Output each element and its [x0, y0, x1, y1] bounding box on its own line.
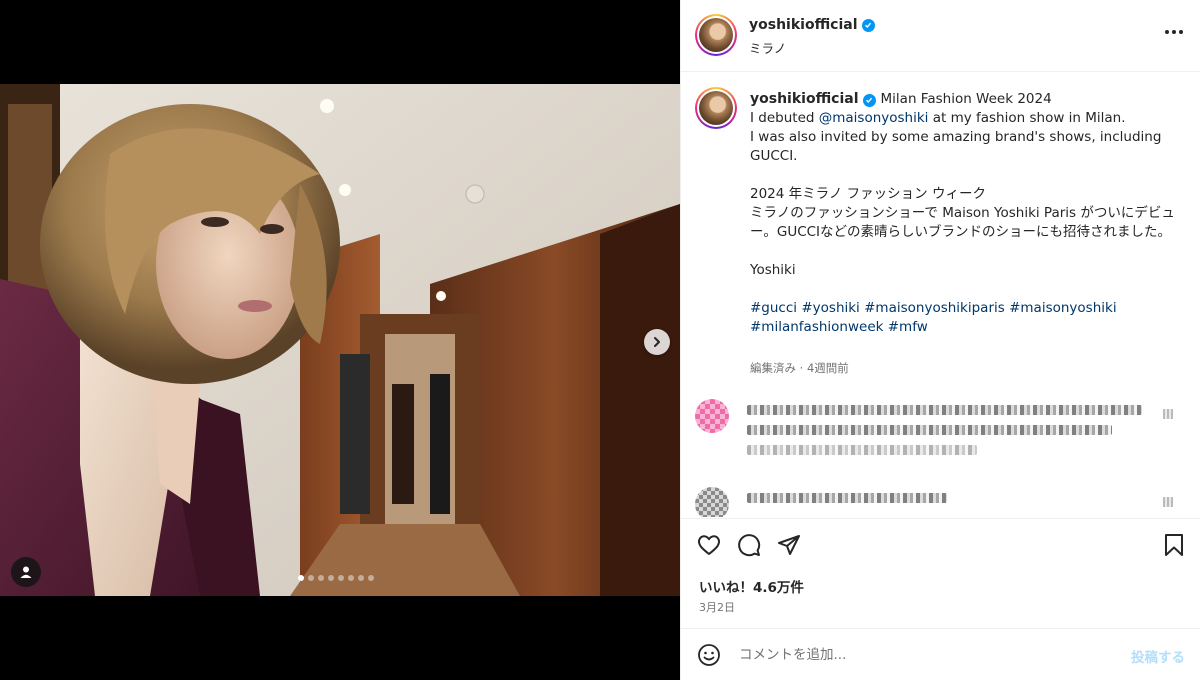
- mention-link[interactable]: @maisonyoshiki: [819, 110, 929, 126]
- comment-item: [695, 399, 1185, 469]
- comment-item: [695, 487, 1185, 517]
- post-date[interactable]: 3月2日: [699, 599, 735, 615]
- hashtag-link[interactable]: #maisonyoshiki: [1009, 300, 1117, 316]
- share-icon: [778, 535, 800, 555]
- save-button[interactable]: [1163, 533, 1185, 561]
- caption-jp-body: ミラノのファッションショーで Maison Yoshiki Paris がついに…: [750, 205, 1175, 240]
- caption-meta: 編集済み · 4週間前: [750, 361, 849, 375]
- caption-signature: Yoshiki: [750, 262, 796, 278]
- caption-text: at my fashion show in Milan.: [928, 110, 1126, 126]
- emoji-icon: [698, 644, 720, 666]
- bookmark-icon: [1165, 534, 1183, 556]
- comment-like-icon[interactable]: [1163, 409, 1173, 419]
- commenter-avatar[interactable]: [695, 399, 729, 433]
- share-button[interactable]: [777, 533, 801, 561]
- carousel-dot: [358, 575, 364, 581]
- caption-jp-title: 2024 年ミラノ ファッション ウィーク: [750, 186, 986, 202]
- carousel-dot: [368, 575, 374, 581]
- emoji-button[interactable]: [697, 643, 721, 671]
- heart-icon: [698, 535, 720, 555]
- post-side-panel: yoshikiofficial ミラノ yoshikiofficial Milan…: [680, 0, 1200, 680]
- caption-author-avatar[interactable]: [695, 87, 737, 129]
- carousel-dot: [308, 575, 314, 581]
- verified-badge-icon: [861, 18, 875, 32]
- caption-username[interactable]: yoshikiofficial: [750, 91, 859, 107]
- post-media: [0, 0, 680, 680]
- hashtag-link[interactable]: #milanfashionweek: [750, 319, 883, 335]
- next-image-button[interactable]: [644, 329, 670, 355]
- like-count[interactable]: いいね！4.6万件: [699, 576, 804, 596]
- verified-badge-icon: [862, 93, 876, 107]
- tagged-users-button[interactable]: [11, 557, 41, 587]
- comment-input[interactable]: [739, 643, 1099, 667]
- tag-user-icon: [20, 566, 32, 578]
- like-button[interactable]: [697, 533, 721, 561]
- add-comment-bar: 投稿する: [681, 628, 1200, 680]
- more-options-icon[interactable]: [1165, 26, 1183, 38]
- hashtag-link[interactable]: #mfw: [888, 319, 928, 335]
- comment-like-icon[interactable]: [1163, 497, 1173, 507]
- comments-section: yoshikiofficial Milan Fashion Week 2024 I…: [681, 73, 1200, 517]
- post-location[interactable]: ミラノ: [749, 38, 786, 57]
- carousel-dot: [328, 575, 334, 581]
- post-caption: yoshikiofficial Milan Fashion Week 2024 I…: [750, 90, 1180, 337]
- carousel-indicator: [298, 575, 374, 581]
- hashtag-link[interactable]: #yoshiki: [801, 300, 859, 316]
- next-arrow-icon: [654, 337, 660, 347]
- post-photo[interactable]: [0, 84, 680, 596]
- comment-button[interactable]: [737, 533, 761, 561]
- author-avatar[interactable]: [695, 14, 737, 56]
- author-username[interactable]: yoshikiofficial: [749, 17, 858, 33]
- carousel-dot: [348, 575, 354, 581]
- post-header: yoshikiofficial ミラノ: [681, 0, 1200, 72]
- comment-icon: [738, 534, 761, 557]
- post-comment-button[interactable]: 投稿する: [1131, 646, 1185, 666]
- hashtag-link[interactable]: #maisonyoshikiparis: [864, 300, 1005, 316]
- caption-hashtags: #gucci #yoshiki #maisonyoshikiparis #mai…: [750, 299, 1180, 337]
- caption-first-line: Milan Fashion Week 2024: [880, 91, 1052, 107]
- caption-text: I debuted: [750, 110, 819, 126]
- commenter-avatar[interactable]: [695, 487, 729, 517]
- caption-text: I was also invited by some amazing brand…: [750, 129, 1162, 164]
- post-actions: いいね！4.6万件 3月2日: [681, 518, 1200, 628]
- carousel-dot: [318, 575, 324, 581]
- carousel-dot: [298, 575, 304, 581]
- carousel-dot: [338, 575, 344, 581]
- hashtag-link[interactable]: #gucci: [750, 300, 797, 316]
